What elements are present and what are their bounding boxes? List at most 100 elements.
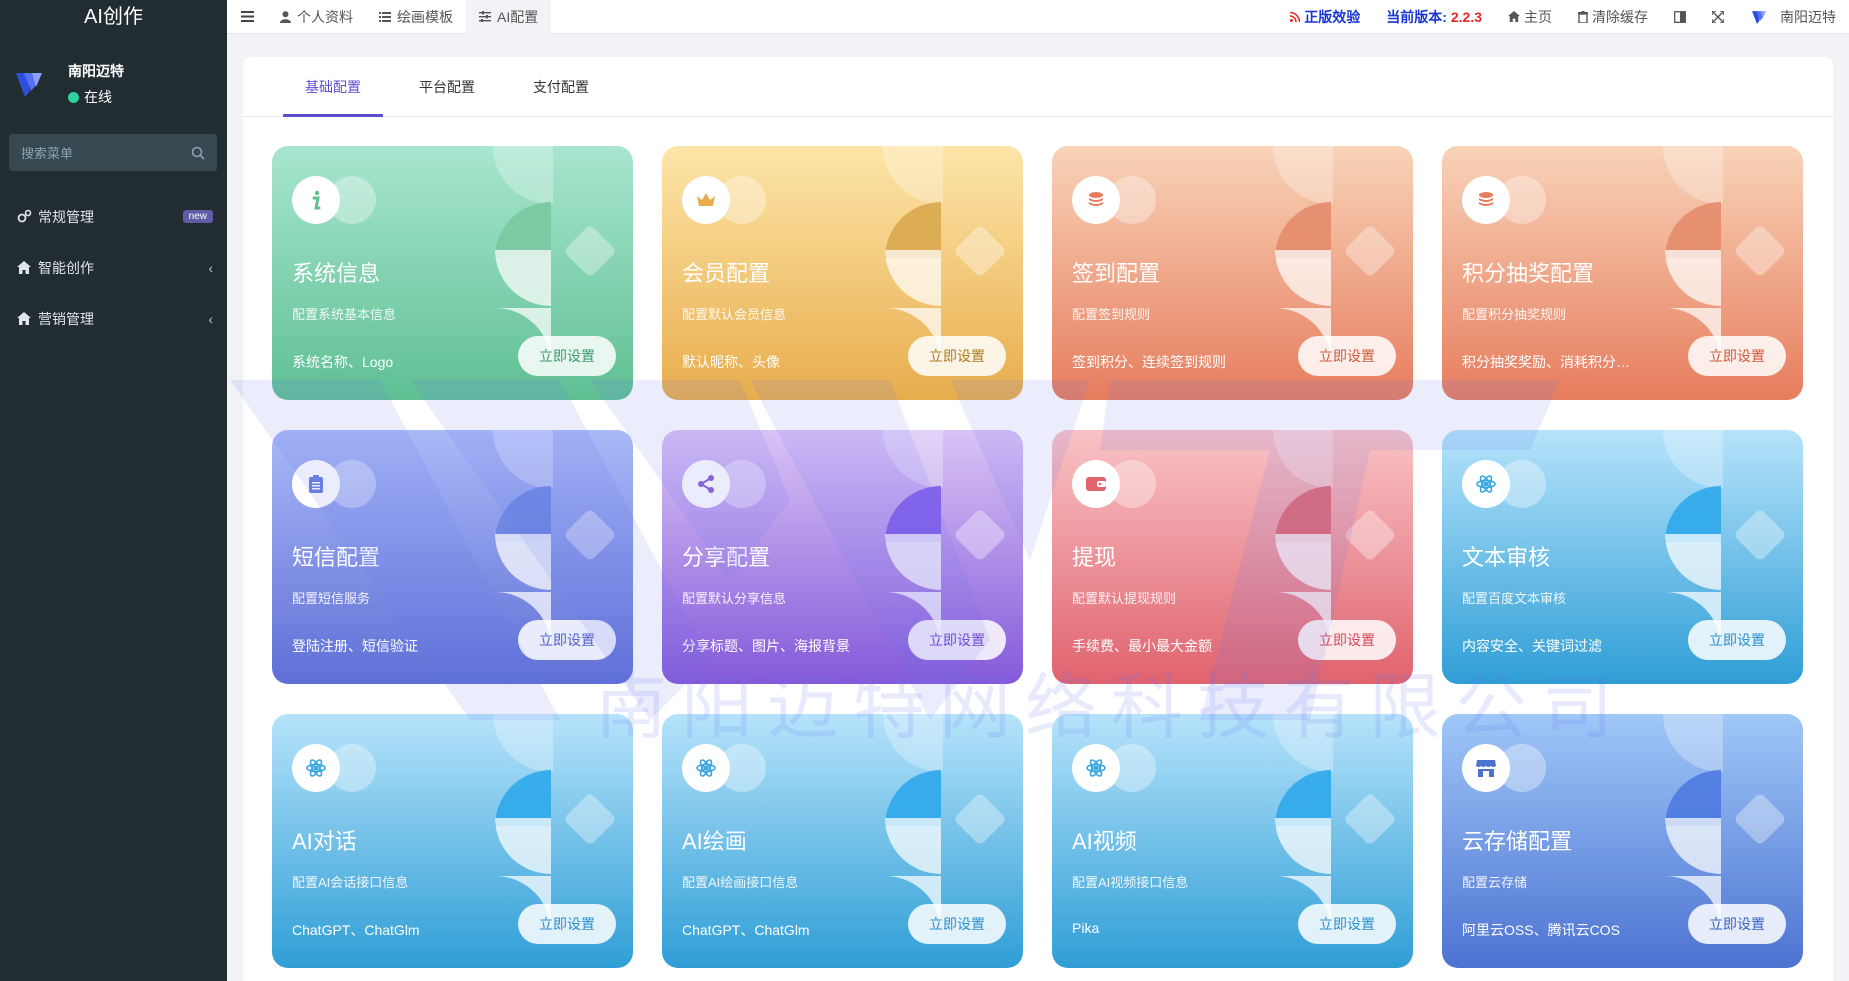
clipboard-icon bbox=[292, 460, 340, 508]
config-card: 文本审核 配置百度文本审核 内容安全、关键词过滤 立即设置 bbox=[1442, 430, 1803, 684]
card-icon-group bbox=[1072, 460, 1162, 510]
config-tabs: 基础配置 平台配置 支付配置 bbox=[243, 57, 1833, 117]
app-brand[interactable]: AI创作 bbox=[0, 0, 227, 34]
card-features: 阿里云OSS、腾讯云COS bbox=[1462, 922, 1620, 938]
watermark-text: 南阳迈特网络科技有限公司 bbox=[595, 665, 1628, 749]
sidebar-item-marketing[interactable]: 营销管理 ‹ bbox=[0, 293, 227, 344]
home-icon bbox=[1508, 11, 1520, 22]
tab-label: 绘画模板 bbox=[397, 8, 453, 25]
user-menu[interactable]: 南阳迈特 bbox=[1737, 0, 1849, 34]
version-label: 当前版本: bbox=[1386, 8, 1447, 25]
sidebar-menu: 常规管理 new 智能创作 ‹ 营销管理 ‹ bbox=[0, 191, 227, 344]
home-icon bbox=[16, 311, 32, 327]
clear-cache-label: 清除缓存 bbox=[1592, 8, 1648, 25]
sliders-icon bbox=[479, 11, 491, 22]
version-info: 当前版本: 2.2.3 bbox=[1373, 0, 1495, 34]
tab-profile[interactable]: 个人资料 bbox=[267, 0, 366, 34]
search-icon[interactable] bbox=[191, 146, 205, 160]
card-title: 系统信息 bbox=[292, 261, 381, 286]
setup-now-button[interactable]: 立即设置 bbox=[1688, 620, 1786, 660]
menu-search-input[interactable]: 搜索菜单 bbox=[9, 134, 217, 171]
card-title: AI视频 bbox=[1072, 829, 1137, 854]
translate-button[interactable] bbox=[1661, 0, 1699, 34]
card-icon-group bbox=[292, 176, 382, 226]
setup-now-button[interactable]: 立即设置 bbox=[1688, 904, 1786, 944]
tab-ai-config[interactable]: AI配置 bbox=[466, 0, 552, 34]
sidebar-item-creation[interactable]: 智能创作 ‹ bbox=[0, 242, 227, 293]
share-icon bbox=[682, 460, 730, 508]
sidebar-toggle-button[interactable] bbox=[227, 11, 267, 22]
config-card: 短信配置 配置短信服务 登陆注册、短信验证 立即设置 bbox=[272, 430, 633, 684]
home-icon bbox=[16, 260, 32, 276]
card-description: 配置默认会员信息 bbox=[682, 307, 787, 322]
expand-icon bbox=[1712, 10, 1724, 23]
chevron-left-icon: ‹ bbox=[208, 259, 213, 276]
card-description: 配置AI视频接口信息 bbox=[1072, 875, 1189, 890]
setup-now-button[interactable]: 立即设置 bbox=[1298, 336, 1396, 376]
online-dot-icon bbox=[68, 91, 79, 103]
card-icon-group bbox=[1072, 176, 1162, 226]
coins-icon bbox=[1462, 176, 1510, 224]
version-value: 2.2.3 bbox=[1450, 8, 1482, 25]
tab-label: AI配置 bbox=[497, 8, 539, 25]
card-title: 短信配置 bbox=[292, 545, 381, 570]
fullscreen-button[interactable] bbox=[1699, 0, 1737, 34]
sidebar-item-general[interactable]: 常规管理 new bbox=[0, 191, 227, 242]
menu-icon bbox=[240, 11, 254, 22]
sidebar-item-label: 智能创作 bbox=[38, 259, 94, 276]
auth-check-label: 正版效验 bbox=[1304, 8, 1361, 25]
card-title: 云存储配置 bbox=[1462, 829, 1573, 854]
cogs-icon bbox=[16, 209, 32, 225]
chevron-left-icon: ‹ bbox=[208, 310, 213, 327]
setup-now-button[interactable]: 立即设置 bbox=[1688, 336, 1786, 376]
auth-check-link[interactable]: 正版效验 bbox=[1277, 0, 1373, 34]
sidebar-item-label: 营销管理 bbox=[38, 310, 94, 327]
setup-now-button[interactable]: 立即设置 bbox=[518, 336, 616, 376]
user-icon bbox=[280, 10, 291, 23]
card-title: 分享配置 bbox=[682, 545, 771, 570]
card-description: 配置百度文本审核 bbox=[1462, 591, 1567, 606]
card-features: 登陆注册、短信验证 bbox=[292, 638, 418, 654]
company-logo bbox=[16, 73, 42, 97]
rss-icon bbox=[1290, 11, 1301, 22]
card-features: ChatGPT、ChatGlm bbox=[292, 922, 420, 938]
setup-now-button[interactable]: 立即设置 bbox=[908, 904, 1006, 944]
coins-icon bbox=[1072, 176, 1120, 224]
card-icon-group bbox=[292, 744, 382, 794]
home-link[interactable]: 主页 bbox=[1495, 0, 1565, 34]
config-card: 分享配置 配置默认分享信息 分享标题、图片、海报背景 立即设置 bbox=[662, 430, 1023, 684]
card-title: 文本审核 bbox=[1462, 545, 1551, 570]
tab-drawing-templates[interactable]: 绘画模板 bbox=[366, 0, 466, 34]
user-menu-label: 南阳迈特 bbox=[1780, 8, 1836, 25]
trash-icon bbox=[1578, 10, 1588, 23]
setup-now-button[interactable]: 立即设置 bbox=[908, 336, 1006, 376]
card-title: AI绘画 bbox=[682, 829, 747, 854]
card-title: 积分抽奖配置 bbox=[1462, 261, 1595, 286]
home-label: 主页 bbox=[1524, 8, 1552, 25]
setup-now-button[interactable]: 立即设置 bbox=[518, 904, 616, 944]
config-card-grid: 系统信息 配置系统基本信息 系统名称、Logo 立即设置 会员配置 配置默认会员… bbox=[272, 146, 1804, 968]
card-icon-group bbox=[1462, 176, 1552, 226]
tab-payment-config[interactable]: 支付配置 bbox=[511, 57, 611, 117]
tab-basic-config[interactable]: 基础配置 bbox=[283, 57, 383, 117]
card-description: 配置默认分享信息 bbox=[682, 591, 787, 606]
user-status-label: 在线 bbox=[84, 89, 112, 105]
card-features: Pika bbox=[1072, 920, 1100, 936]
setup-now-button[interactable]: 立即设置 bbox=[1298, 904, 1396, 944]
list-icon bbox=[379, 11, 391, 22]
config-card: AI对话 配置AI会话接口信息 ChatGPT、ChatGlm 立即设置 bbox=[272, 714, 633, 968]
card-icon-group bbox=[292, 460, 382, 510]
user-panel: 南阳迈特 在线 bbox=[0, 34, 227, 116]
card-features: 积分抽奖奖励、消耗积分… bbox=[1462, 354, 1630, 370]
tab-platform-config[interactable]: 平台配置 bbox=[397, 57, 497, 117]
clear-cache-button[interactable]: 清除缓存 bbox=[1565, 0, 1661, 34]
card-title: 提现 bbox=[1072, 545, 1117, 570]
tab-label: 个人资料 bbox=[297, 8, 353, 25]
card-description: 配置默认提现规则 bbox=[1072, 591, 1177, 606]
card-title: 会员配置 bbox=[682, 261, 771, 286]
card-description: 配置云存储 bbox=[1462, 875, 1528, 890]
card-features: 默认昵称、头像 bbox=[682, 354, 780, 370]
wallet-icon bbox=[1072, 460, 1120, 508]
card-icon-group bbox=[682, 176, 772, 226]
card-description: 配置短信服务 bbox=[292, 591, 371, 606]
